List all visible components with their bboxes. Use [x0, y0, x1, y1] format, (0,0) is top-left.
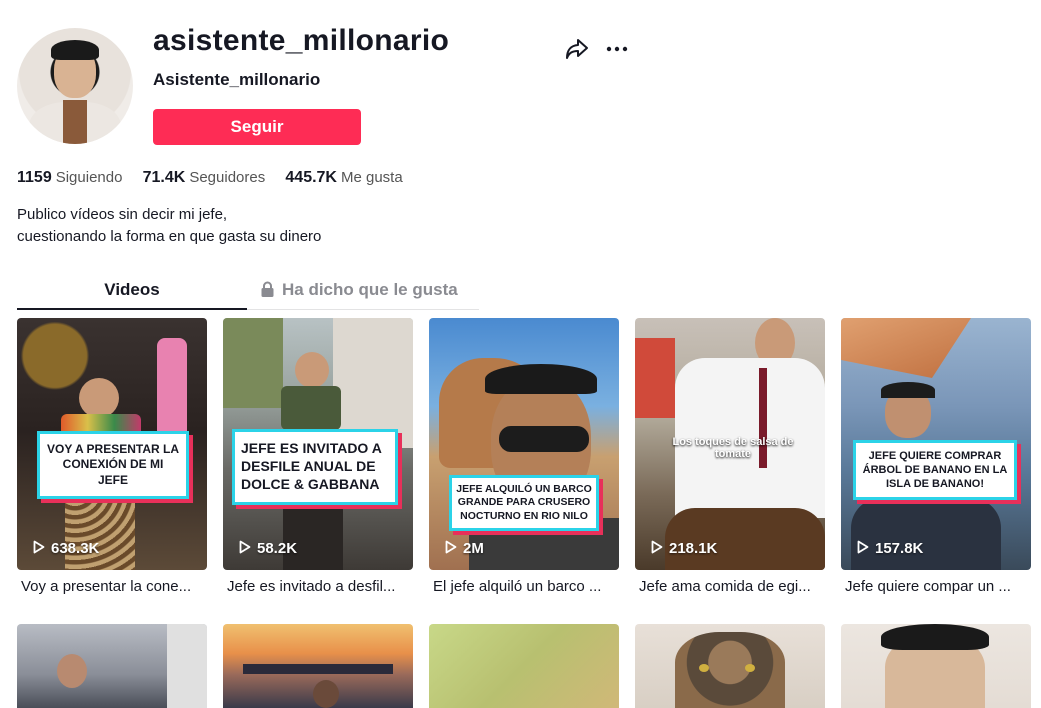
profile-stats: 1159 Siguiendo 71.4K Seguidores 445.7K Me g…: [17, 169, 419, 187]
play-icon: [445, 540, 457, 554]
video-title[interactable]: Voy a presentar la cone...: [21, 578, 205, 595]
view-count: 218.1K: [651, 540, 717, 557]
profile-tabs: Videos Ha dicho que le gusta: [17, 276, 479, 310]
video-title[interactable]: Jefe quiere compar un ...: [845, 578, 1029, 595]
video-thumbnail[interactable]: [635, 624, 825, 708]
video-thumbnail[interactable]: JEFE ALQUILÓ UN BARCO GRANDE PARA CRUSER…: [429, 318, 619, 570]
avatar[interactable]: [17, 28, 133, 144]
video-thumbnail[interactable]: [223, 624, 413, 708]
video-thumbnail[interactable]: JEFE ES INVITADO A DESFILE ANUAL DE DOLC…: [223, 318, 413, 570]
likes-label: Me gusta: [340, 169, 403, 186]
likes-count: 445.7K: [285, 169, 337, 186]
following-count[interactable]: 1159: [17, 169, 52, 186]
play-icon: [33, 540, 45, 554]
bio-line: cuestionando la forma en que gasta su di…: [17, 228, 322, 245]
video-title[interactable]: Jefe es invitado a desfil...: [227, 578, 411, 595]
followers-count[interactable]: 71.4K: [143, 169, 186, 186]
video-thumbnail[interactable]: [17, 624, 207, 708]
following-label[interactable]: Siguiendo: [56, 169, 123, 186]
tab-videos[interactable]: Videos: [17, 280, 247, 300]
view-count: 157.8K: [857, 540, 923, 557]
play-icon: [239, 540, 251, 554]
video-overlay-text: Los toques de salsa de tomate: [672, 436, 794, 460]
share-icon[interactable]: [564, 37, 590, 61]
lock-icon: [261, 281, 274, 297]
follow-button[interactable]: Seguir: [153, 109, 361, 145]
view-count: 58.2K: [239, 540, 297, 557]
bio-line: Publico vídeos sin decir mi jefe,: [17, 206, 228, 223]
view-count: 2M: [445, 540, 484, 557]
video-thumbnail[interactable]: [841, 624, 1031, 708]
video-title[interactable]: El jefe alquiló un barco ...: [433, 578, 617, 595]
play-icon: [651, 540, 663, 554]
video-overlay-text: JEFE ALQUILÓ UN BARCO GRANDE PARA CRUSER…: [449, 475, 599, 532]
more-options-icon[interactable]: [604, 36, 630, 60]
tab-liked[interactable]: Ha dicho que le gusta: [261, 280, 458, 300]
video-thumbnail[interactable]: VOY A PRESENTAR LA CONEXIÓN DE MI JEFE 6…: [17, 318, 207, 570]
profile-username: asistente_millonario: [153, 24, 450, 57]
video-thumbnail[interactable]: JEFE QUIERE COMPRAR ÁRBOL DE BANANO EN L…: [841, 318, 1031, 570]
video-thumbnail[interactable]: [429, 624, 619, 708]
profile-nickname: Asistente_millonario: [153, 70, 321, 89]
video-thumbnail[interactable]: Los toques de salsa de tomate 218.1K: [635, 318, 825, 570]
view-count: 638.3K: [33, 540, 99, 557]
play-icon: [857, 540, 869, 554]
followers-label[interactable]: Seguidores: [189, 169, 265, 186]
video-overlay-text: VOY A PRESENTAR LA CONEXIÓN DE MI JEFE: [37, 431, 189, 500]
tab-liked-label: Ha dicho que le gusta: [282, 280, 458, 299]
video-overlay-text: JEFE ES INVITADO A DESFILE ANUAL DE DOLC…: [232, 429, 398, 505]
video-title[interactable]: Jefe ama comida de egi...: [639, 578, 823, 595]
video-overlay-text: JEFE QUIERE COMPRAR ÁRBOL DE BANANO EN L…: [853, 440, 1017, 501]
active-tab-indicator: [17, 308, 247, 310]
profile-bio: Publico vídeos sin decir mi jefe, cuesti…: [17, 204, 321, 248]
